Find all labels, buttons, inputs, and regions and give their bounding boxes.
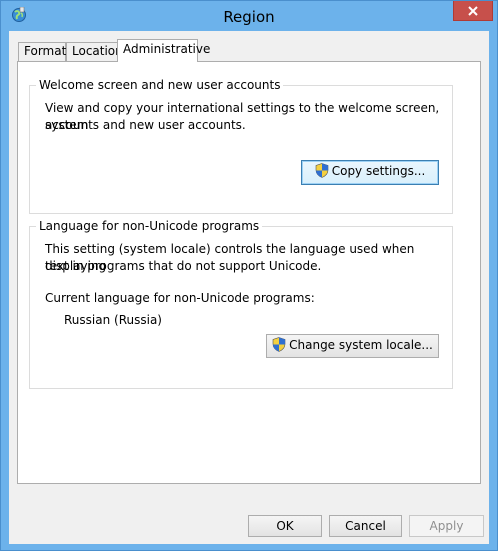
tab-formats[interactable]: Formats (18, 42, 73, 61)
close-icon (468, 6, 478, 16)
tab-location[interactable]: Location (66, 42, 123, 61)
current-language-label: Current language for non-Unicode program… (45, 291, 315, 305)
change-system-locale-label: Change system locale... (289, 338, 433, 352)
apply-button[interactable]: Apply (409, 515, 484, 537)
non-unicode-description-line2: text in programs that do not support Uni… (45, 259, 322, 273)
change-system-locale-button[interactable]: Change system locale... (266, 334, 439, 358)
non-unicode-group: Language for non-Unicode programs This s… (29, 219, 453, 389)
dialog-client-area: Formats Location Administrative Welcome … (9, 31, 489, 544)
cancel-button[interactable]: Cancel (329, 515, 402, 537)
close-button[interactable] (453, 1, 493, 21)
non-unicode-group-title: Language for non-Unicode programs (36, 219, 263, 234)
administrative-panel: Welcome screen and new user accounts Vie… (17, 61, 481, 484)
copy-settings-label: Copy settings... (331, 164, 426, 178)
title-bar[interactable]: Region (1, 1, 497, 31)
window-title: Region (223, 8, 275, 26)
welcome-description-line2: accounts and new user accounts. (45, 118, 246, 132)
current-language-value: Russian (Russia) (64, 313, 162, 327)
tab-administrative[interactable]: Administrative (117, 39, 210, 62)
uac-shield-icon (315, 163, 329, 185)
welcome-screen-group: Welcome screen and new user accounts Vie… (29, 78, 453, 214)
copy-settings-button[interactable]: Copy settings... (301, 160, 439, 185)
region-window: Region Formats Location Administrative W… (0, 0, 498, 551)
welcome-group-title: Welcome screen and new user accounts (36, 78, 284, 93)
ok-button[interactable]: OK (248, 515, 322, 537)
uac-shield-icon (272, 337, 286, 359)
